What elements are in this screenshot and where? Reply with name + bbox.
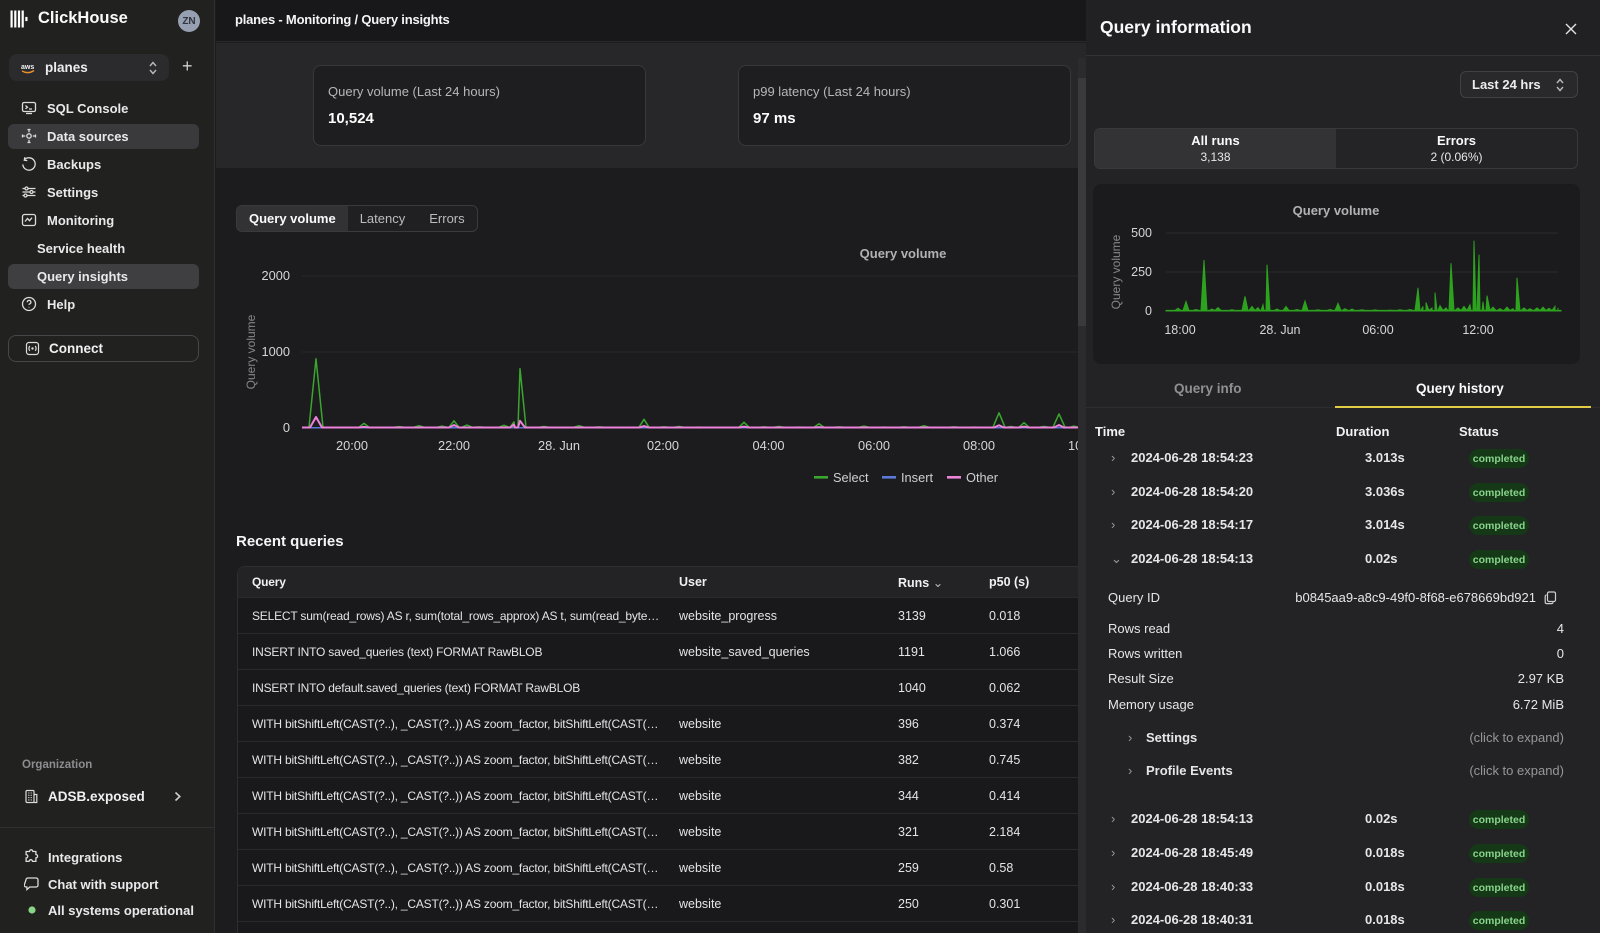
svg-text:06:00: 06:00: [1362, 323, 1393, 337]
svg-text:500: 500: [1131, 226, 1152, 240]
svg-text:20:00: 20:00: [336, 438, 368, 453]
svg-text:Query volume: Query volume: [1293, 203, 1380, 218]
svg-text:Query volume: Query volume: [860, 248, 947, 261]
svg-text:250: 250: [1131, 265, 1152, 279]
svg-text:Other: Other: [966, 470, 999, 485]
svg-text:2000: 2000: [262, 268, 290, 283]
svg-text:08:00: 08:00: [963, 438, 995, 453]
svg-text:18:00: 18:00: [1164, 323, 1195, 337]
svg-text:Query volume: Query volume: [1109, 234, 1123, 309]
svg-text:1000: 1000: [262, 344, 290, 359]
svg-text:12:00: 12:00: [1462, 323, 1493, 337]
svg-text:04:00: 04:00: [752, 438, 784, 453]
svg-text:28. Jun: 28. Jun: [1259, 323, 1300, 337]
svg-text:06:00: 06:00: [858, 438, 890, 453]
svg-text:Insert: Insert: [901, 470, 933, 485]
svg-text:aws: aws: [21, 64, 34, 71]
svg-text:0: 0: [283, 420, 290, 435]
svg-text:Select: Select: [833, 470, 869, 485]
svg-text:0: 0: [1145, 304, 1152, 318]
svg-text:22:00: 22:00: [438, 438, 470, 453]
svg-text:28. Jun: 28. Jun: [538, 438, 580, 453]
svg-text:Query volume: Query volume: [244, 314, 258, 389]
svg-text:02:00: 02:00: [647, 438, 679, 453]
